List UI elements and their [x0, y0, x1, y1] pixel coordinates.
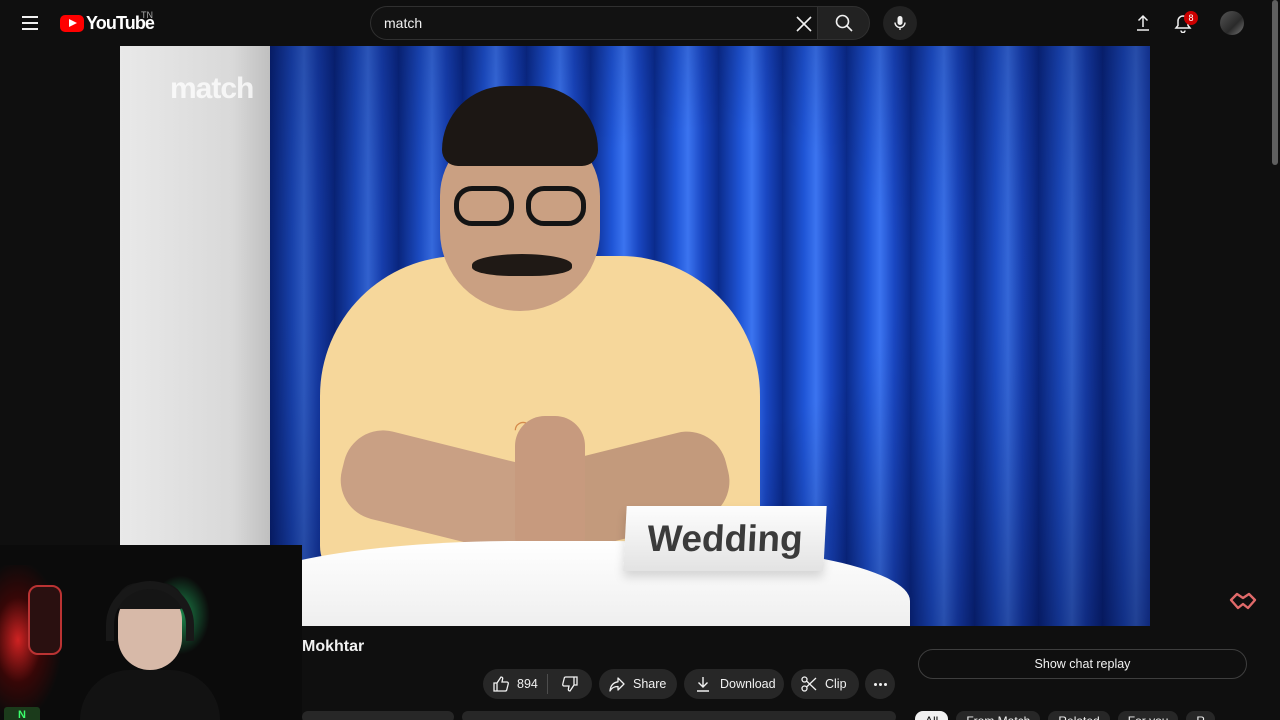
- search-box: [370, 6, 817, 40]
- more-actions-button[interactable]: [865, 669, 895, 699]
- facecam-logo: N: [4, 707, 40, 720]
- streamer-body: [80, 670, 220, 720]
- youtube-play-icon: [60, 14, 84, 32]
- like-button[interactable]: 894: [483, 669, 547, 699]
- subject-hair: [442, 86, 598, 166]
- like-dislike-group: 894: [483, 669, 592, 699]
- search-input[interactable]: [384, 7, 784, 39]
- thumbs-down-icon: [562, 676, 578, 692]
- download-button[interactable]: Download: [684, 669, 784, 699]
- country-code: TN: [141, 10, 153, 20]
- channel-watermark: match🤝: [170, 72, 445, 552]
- more-dot: [883, 682, 887, 686]
- share-icon: [609, 677, 625, 692]
- close-icon[interactable]: [795, 15, 813, 33]
- download-label: Download: [720, 677, 776, 691]
- video-title: Mokhtar: [302, 638, 365, 655]
- subject-mustache: [472, 254, 572, 276]
- more-dot: [878, 682, 882, 686]
- chip-related[interactable]: Related: [1048, 711, 1110, 720]
- microphone-icon: [894, 16, 906, 30]
- video-player[interactable]: match🤝 ◠◡◠ Wedding: [120, 46, 1150, 626]
- watermark-text: match: [170, 72, 254, 105]
- description-box-partial: [462, 711, 896, 720]
- scrollbar-thumb[interactable]: [1272, 0, 1278, 165]
- share-button[interactable]: Share: [599, 669, 677, 699]
- channel-row-partial: [302, 711, 454, 720]
- clip-button[interactable]: Clip: [791, 669, 859, 699]
- chip-from-channel[interactable]: From Match: [956, 711, 1041, 720]
- streamer-facecam: N: [0, 545, 302, 720]
- search-icon: [835, 14, 853, 32]
- masthead: YouTube TN 8: [0, 0, 1270, 46]
- studio-wall: [120, 46, 270, 626]
- clip-label: Clip: [825, 677, 847, 691]
- chip-more[interactable]: R: [1186, 711, 1216, 720]
- name-placard: Wedding: [623, 506, 827, 571]
- upload-button[interactable]: [1128, 8, 1158, 38]
- menu-icon[interactable]: [14, 7, 46, 39]
- like-count: 894: [517, 677, 538, 691]
- handshake-logo-icon: [1229, 592, 1257, 610]
- related-filter-chips: All From Match Related For you R: [915, 711, 1216, 720]
- scissors-icon: [801, 676, 817, 692]
- show-chat-replay-button[interactable]: Show chat replay: [918, 649, 1247, 679]
- account-avatar[interactable]: [1220, 11, 1244, 35]
- youtube-logo[interactable]: YouTube: [60, 13, 155, 33]
- notification-badge: 8: [1184, 11, 1198, 25]
- chat-replay-label: Show chat replay: [1034, 657, 1131, 671]
- dislike-button[interactable]: [548, 669, 592, 699]
- search-button[interactable]: [817, 6, 870, 40]
- subject-glasses: [450, 186, 590, 228]
- chip-all[interactable]: All: [915, 711, 949, 720]
- microphone: [28, 585, 62, 655]
- chip-for-you[interactable]: For you: [1117, 711, 1179, 720]
- voice-search-button[interactable]: [883, 6, 917, 40]
- thumbs-up-icon: [493, 676, 509, 692]
- page-scrollbar[interactable]: [1270, 0, 1280, 720]
- download-icon: [697, 677, 709, 692]
- upload-icon: [1137, 14, 1149, 31]
- more-dot: [873, 682, 877, 686]
- share-label: Share: [633, 677, 667, 691]
- placard-text: Wedding: [646, 517, 804, 559]
